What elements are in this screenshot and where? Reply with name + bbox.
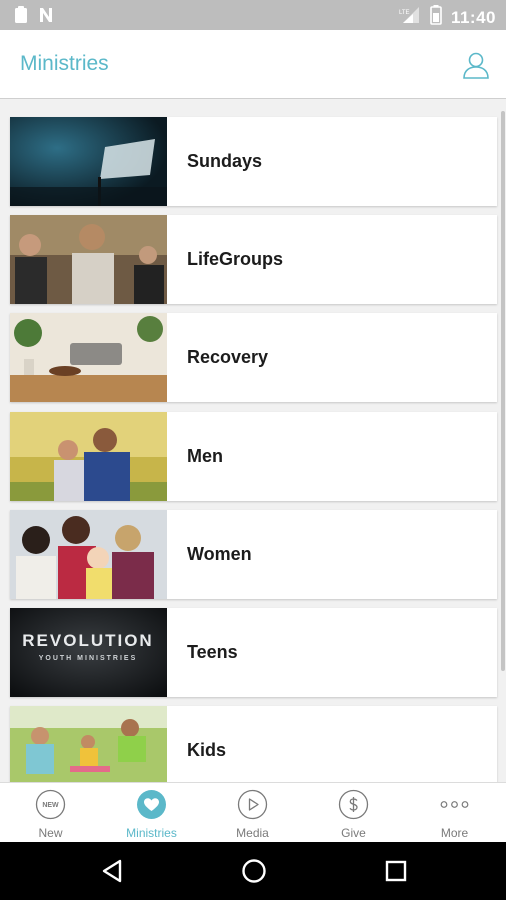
status-bar: LTE 11:40 xyxy=(0,0,506,30)
list-item-label: Women xyxy=(187,544,252,564)
lifegroups-image xyxy=(10,215,167,304)
tab-new[interactable]: NEW New xyxy=(0,783,101,843)
list-item-women[interactable]: Women xyxy=(10,510,497,599)
n-notification-icon xyxy=(38,7,54,28)
tab-media[interactable]: Media xyxy=(202,783,303,843)
recovery-image xyxy=(10,313,167,402)
teens-image: REVOLUTION YOUTH MINISTRIES xyxy=(10,608,167,697)
tab-more[interactable]: More xyxy=(404,783,505,843)
list-item-sundays[interactable]: Sundays xyxy=(10,117,497,206)
scrollbar[interactable] xyxy=(501,111,505,671)
list-item-label: Kids xyxy=(187,740,227,760)
heart-icon xyxy=(136,789,167,820)
list-item-label: LifeGroups xyxy=(187,249,284,269)
list-item-men[interactable]: Men xyxy=(10,412,497,501)
list-item-recovery[interactable]: Recovery xyxy=(10,313,497,402)
tab-label: New xyxy=(38,826,63,840)
men-image xyxy=(10,412,167,501)
lte-signal-icon: LTE xyxy=(399,6,421,29)
clipboard-icon xyxy=(14,6,28,29)
play-icon xyxy=(237,789,268,820)
list-item-label: Recovery xyxy=(187,347,269,367)
new-badge-icon: NEW xyxy=(35,789,66,820)
app-bar: Ministries xyxy=(0,30,506,99)
system-navigation-bar xyxy=(0,842,506,900)
list-item-kids[interactable]: Kids xyxy=(10,706,497,782)
tab-label: Give xyxy=(341,826,366,840)
list-item-teens[interactable]: REVOLUTION YOUTH MINISTRIES Teens xyxy=(10,608,497,697)
dollar-icon xyxy=(338,789,369,820)
page-title: Ministries xyxy=(20,52,109,75)
ministries-list[interactable]: Sundays LifeGroups Recovery Men Women RE… xyxy=(0,99,506,782)
svg-text:YOUTH MINISTRIES: YOUTH MINISTRIES xyxy=(39,655,138,662)
svg-text:REVOLUTION: REVOLUTION xyxy=(22,631,153,650)
list-item-label: Sundays xyxy=(187,151,263,171)
svg-text:NEW: NEW xyxy=(42,802,59,809)
tab-give[interactable]: Give xyxy=(303,783,404,843)
home-button[interactable] xyxy=(240,857,268,885)
home-circle-icon xyxy=(240,859,268,889)
tab-label: Ministries xyxy=(126,826,177,840)
women-image xyxy=(10,510,167,599)
status-time: 11:40 xyxy=(450,7,496,27)
tab-ministries[interactable]: Ministries xyxy=(101,783,202,843)
svg-text:LTE: LTE xyxy=(399,10,410,16)
list-item-label: Men xyxy=(187,446,223,466)
kids-image xyxy=(10,706,167,782)
recents-button[interactable] xyxy=(382,857,410,885)
list-item-lifegroups[interactable]: LifeGroups xyxy=(10,215,497,304)
tab-label: More xyxy=(440,826,469,840)
recents-square-icon xyxy=(382,860,410,889)
profile-button[interactable] xyxy=(461,50,491,80)
list-item-label: Teens xyxy=(187,642,238,662)
more-dots-icon xyxy=(439,789,470,820)
user-icon xyxy=(461,52,491,84)
sundays-image xyxy=(10,117,167,206)
back-triangle-icon xyxy=(98,859,126,889)
bottom-tab-bar: NEW New Ministries Media Give More xyxy=(0,782,506,843)
battery-icon xyxy=(430,5,442,30)
back-button[interactable] xyxy=(98,857,126,885)
tab-label: Media xyxy=(236,826,269,840)
